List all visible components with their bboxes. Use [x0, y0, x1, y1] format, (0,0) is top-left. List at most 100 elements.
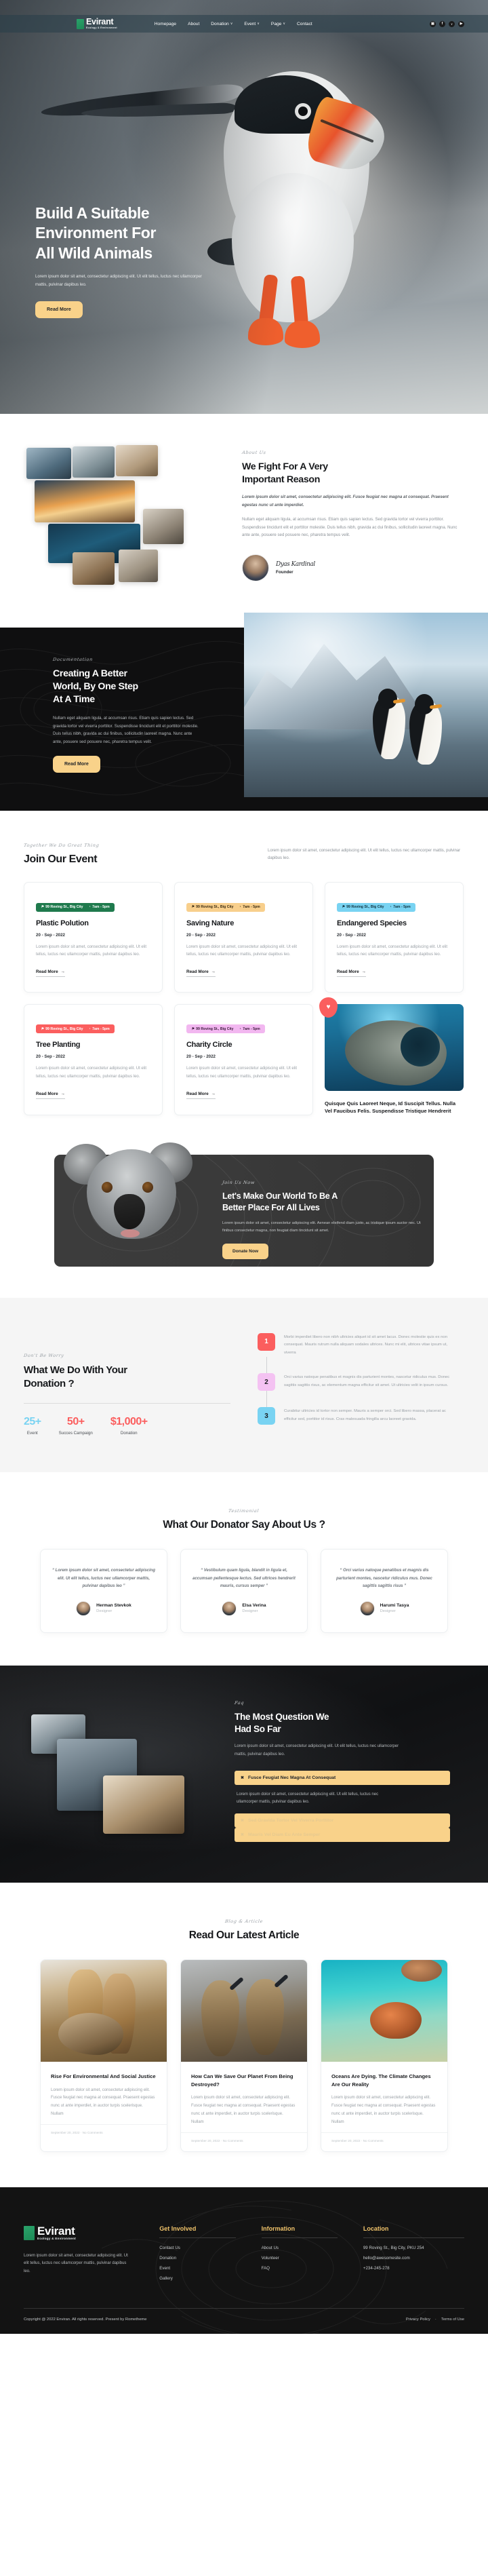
footer-link-donation[interactable]: Donation: [159, 2256, 235, 2261]
footer-brand[interactable]: Evirant Ecology & Environment: [24, 2225, 134, 2241]
event-time: 7am - 5pm: [92, 1026, 110, 1031]
footer-link-faq[interactable]: FAQ: [262, 2266, 338, 2271]
faq-title-line: The Most Question We: [235, 1711, 329, 1722]
brand-name: Evirant: [86, 17, 114, 27]
footer-phone[interactable]: +234-245-278: [363, 2266, 464, 2271]
event-meta-pill: ⚑ 99 Roving St., Big City ◔ 7am - 5pm: [36, 1024, 115, 1034]
twitter-icon[interactable]: ᵧ: [449, 20, 455, 27]
faq-question-text: Sed Gravida Tortor Vel Viverra Porttitor: [248, 1818, 334, 1824]
hero-title-line: Build A Suitable: [35, 204, 150, 222]
founder-signature: Dyas Kardinal: [276, 561, 315, 569]
blog-post-text: Lorem ipsum dolor sit amet, consectetur …: [191, 2096, 296, 2124]
close-icon: ✖: [241, 1833, 245, 1838]
read-more-label: Read More: [186, 969, 209, 974]
faq-eyebrow: Faq: [234, 1699, 245, 1706]
blog-post-text: Lorem ipsum dolor sit amet, consectetur …: [331, 2096, 436, 2124]
event-read-more-link[interactable]: Read More →: [36, 1091, 66, 1099]
footer-link-about-us[interactable]: About Us: [262, 2246, 338, 2250]
event-card[interactable]: ⚑ 99 Roving St., Big City ◔ 7am - 5pm Plas…: [24, 882, 163, 993]
blog-card[interactable]: Rise For Environmental And Social Justic…: [40, 1959, 167, 2153]
blog-image: [41, 1959, 167, 2062]
blog-post-meta: September 20, 2022 · No Comments: [41, 2124, 167, 2143]
event-card[interactable]: ⚑ 99 Roving St., Big City ◔ 7am - 5pm Savi…: [174, 882, 313, 993]
footer-link-event[interactable]: Event: [159, 2266, 235, 2271]
event-time: 7am - 5pm: [243, 905, 260, 909]
donation-step: 1 Morbi imperdiet libero non nibh ultric…: [258, 1332, 454, 1358]
documentation-read-more-button[interactable]: Read More: [53, 756, 100, 773]
nav-label: Homepage: [154, 21, 177, 26]
event-card[interactable]: ⚑ 99 Roving St., Big City ◔ 7am - 5pm Char…: [174, 1003, 313, 1115]
event-title: Charity Circle: [186, 1041, 232, 1050]
nav-label: Donation: [211, 21, 229, 26]
footer-link-volunteer[interactable]: Volunteer: [262, 2256, 338, 2261]
gallery-image: [73, 446, 115, 478]
nav-item-homepage[interactable]: Homepage: [155, 22, 176, 26]
youtube-icon[interactable]: ▶: [458, 20, 464, 27]
faq-title: The Most Question We Had So Far: [235, 1711, 450, 1735]
donation-stats: 25+ Event 50+ Succes Campaign $1,000+ Do…: [24, 1402, 230, 1436]
faq-accordion: ✖ Fusce Feugiat Nec Magna At Consequat L…: [235, 1770, 450, 1843]
instagram-icon[interactable]: ▣: [430, 20, 436, 27]
brand-logo[interactable]: Evirant Ecology & Environment: [77, 18, 117, 29]
event-read-more-link[interactable]: Read More →: [337, 969, 367, 977]
nav-item-event[interactable]: Event ∨: [244, 22, 260, 26]
footer-terms-of-use-link[interactable]: Terms of Use: [441, 2318, 464, 2322]
founder-role: Founder: [276, 570, 293, 575]
donate-now-button[interactable]: Donate Now: [222, 1243, 269, 1259]
testimonial-name: Herman Stevkok: [96, 1603, 131, 1609]
footer-heading: Location: [363, 2225, 464, 2239]
nav-label: Page: [270, 21, 282, 26]
faq-image-collage: [31, 1714, 214, 1843]
event-title: Tree Planting: [36, 1041, 81, 1050]
event-read-more-link[interactable]: Read More →: [186, 969, 216, 977]
donate-cta-section: Join Us Now Let's Make Our World To Be A…: [0, 1142, 488, 1298]
faq-question-open[interactable]: ✖ Fusce Feugiat Nec Magna At Consequat: [235, 1770, 450, 1785]
about-body: Nullam eget aliquam ligula, at accumsan …: [242, 516, 458, 538]
blog-card[interactable]: Oceans Are Dying. The Climate Changes Ar…: [321, 1959, 448, 2153]
footer-copyright: Copyright @ 2022 Enviran. All rights res…: [24, 2318, 147, 2322]
brand-tagline: Ecology & Environment: [86, 26, 117, 29]
main-navbar: Evirant Ecology & Environment Homepage A…: [0, 15, 488, 33]
documentation-title: Creating A Better World, By One Step At …: [53, 668, 220, 706]
nav-item-donation[interactable]: Donation ∨: [211, 22, 232, 26]
event-time: 7am - 5pm: [92, 905, 110, 909]
event-location: 99 Roving St., Big City: [196, 905, 234, 909]
stat-value: 25+: [24, 1415, 41, 1427]
hero-read-more-button[interactable]: Read More: [35, 301, 83, 318]
donation-step: 2 Orci varius natoque penatibus et magni…: [258, 1373, 454, 1391]
event-read-more-link[interactable]: Read More →: [36, 969, 66, 977]
hero-title-line: Environment For: [35, 224, 157, 242]
blog-post-meta: September 20, 2022 · No Comments: [321, 2132, 447, 2151]
featured-event[interactable]: ♥ Quisque Quis Laoreet Neque, Id Suscipi…: [319, 997, 464, 1115]
nav-label: About: [188, 21, 200, 26]
testimonial-section: Testimonial What Our Donator Say About U…: [0, 1472, 488, 1666]
testimonial-quote: “ Lorem ipsum dolor sit amet, consectetu…: [52, 1568, 156, 1589]
gallery-image: [26, 448, 71, 479]
footer-email[interactable]: hello@awesomesite.com: [363, 2256, 464, 2261]
nav-item-about[interactable]: About: [188, 22, 199, 26]
event-card[interactable]: ⚑ 99 Roving St., Big City ◔ 7am - 5pm Tree…: [24, 1003, 163, 1115]
step-number: 3: [258, 1407, 275, 1425]
arrow-right-icon: →: [60, 1091, 66, 1096]
testimonial-card: “ Orci varius natoque penatibus et magni…: [321, 1548, 448, 1633]
testimonial-card: “ Vestibulum quam ligula, blandit in lig…: [180, 1548, 308, 1633]
clock-icon: ◔: [239, 1026, 241, 1031]
leaf-logo-icon: [24, 2225, 35, 2240]
nav-item-page[interactable]: Page ∨: [271, 22, 285, 26]
event-read-more-link[interactable]: Read More →: [186, 1092, 216, 1099]
donate-title-line: Let's Make Our World To Be A: [222, 1191, 338, 1201]
footer-link-gallery[interactable]: Gallery: [159, 2276, 235, 2281]
blog-card[interactable]: How Can We Save Our Planet From Being De…: [180, 1959, 308, 2153]
event-card[interactable]: ⚑ 99 Roving St., Big City ◔ 7am - 5pm Enda…: [325, 882, 464, 993]
footer-link-contact-us[interactable]: Contact Us: [159, 2246, 235, 2250]
faq-question-collapsed[interactable]: ✖ Mauris Vel Diam Eu Ante Semper: [235, 1828, 450, 1843]
step-number: 1: [258, 1332, 275, 1351]
event-title: Plastic Polution: [36, 919, 89, 927]
donation-steps: 1 Morbi imperdiet libero non nibh ultric…: [258, 1332, 454, 1436]
facebook-icon[interactable]: f: [439, 20, 445, 27]
event-location: 99 Roving St., Big City: [196, 1026, 234, 1031]
faq-question-collapsed[interactable]: ✖ Sed Gravida Tortor Vel Viverra Porttit…: [235, 1813, 450, 1828]
footer-privacy-policy-link[interactable]: Privacy Policy: [406, 2318, 430, 2322]
testimonial-name: Harumi Tasya: [380, 1603, 409, 1609]
nav-item-contact[interactable]: Contact: [297, 22, 312, 26]
